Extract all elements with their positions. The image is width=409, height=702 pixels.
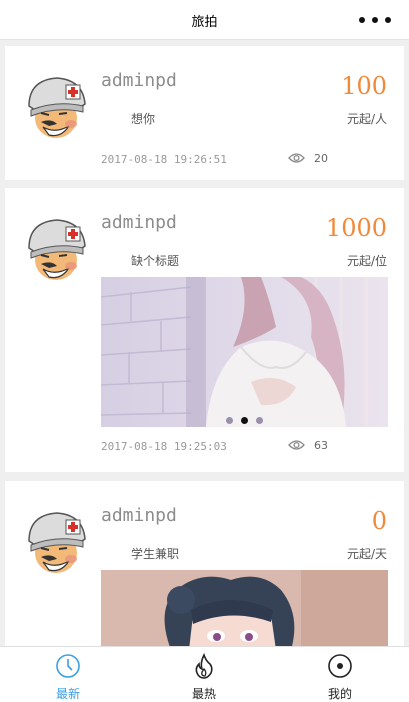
tab-label: 最新 [55, 687, 80, 701]
username: adminpd [101, 505, 177, 526]
avatar[interactable] [21, 72, 91, 142]
avatar[interactable] [21, 507, 91, 577]
tab-bar: 最新 最热 我的 [0, 646, 409, 702]
target-icon [328, 654, 352, 678]
post-card[interactable]: adminpd 0 学生兼职 元起/天 [5, 481, 404, 646]
price-unit: 元起/位 [346, 254, 387, 268]
more-dots-icon[interactable] [359, 17, 391, 23]
post-title: 想你 [131, 112, 156, 126]
post-title: 缺个标题 [131, 254, 180, 268]
timestamp: 2017-08-18 19:25:03 [101, 440, 227, 453]
tab-latest[interactable]: 最新 [0, 647, 136, 702]
carousel-dot[interactable] [226, 417, 233, 424]
eye-icon [288, 440, 305, 450]
post-card[interactable]: adminpd 1000 缺个标题 元起/位 2017-08-18 19:25:… [5, 188, 404, 472]
clock-icon [56, 654, 80, 678]
post-card[interactable]: adminpd 100 想你 元起/人 2017-08-18 19:26:51 … [5, 46, 404, 180]
navbar: 旅拍 [0, 0, 409, 40]
view-count-value: 20 [314, 152, 328, 165]
page-title: 旅拍 [191, 15, 218, 30]
avatar[interactable] [21, 214, 91, 284]
timestamp: 2017-08-18 19:26:51 [101, 153, 227, 166]
username: adminpd [101, 212, 177, 233]
eye-icon [288, 153, 305, 163]
image-carousel[interactable] [101, 570, 388, 646]
price-unit: 元起/人 [346, 112, 387, 126]
flame-icon [195, 653, 213, 679]
tab-label: 我的 [327, 687, 352, 701]
post-title: 学生兼职 [131, 547, 180, 561]
tab-label: 最热 [191, 687, 216, 701]
username: adminpd [101, 70, 177, 91]
image-carousel[interactable] [101, 277, 388, 427]
carousel-indicator[interactable] [101, 409, 388, 424]
carousel-dot-active[interactable] [241, 417, 248, 424]
price-unit: 元起/天 [346, 547, 387, 561]
tab-mine[interactable]: 我的 [272, 647, 408, 702]
post-feed[interactable]: adminpd 100 想你 元起/人 2017-08-18 19:26:51 … [0, 40, 409, 646]
view-count-value: 63 [314, 439, 328, 452]
carousel-dot[interactable] [256, 417, 263, 424]
tab-hot[interactable]: 最热 [136, 647, 272, 702]
post-photo [101, 277, 388, 427]
price: 100 [341, 72, 387, 100]
price: 0 [371, 507, 387, 535]
post-photo [101, 570, 388, 646]
price: 1000 [325, 214, 387, 242]
